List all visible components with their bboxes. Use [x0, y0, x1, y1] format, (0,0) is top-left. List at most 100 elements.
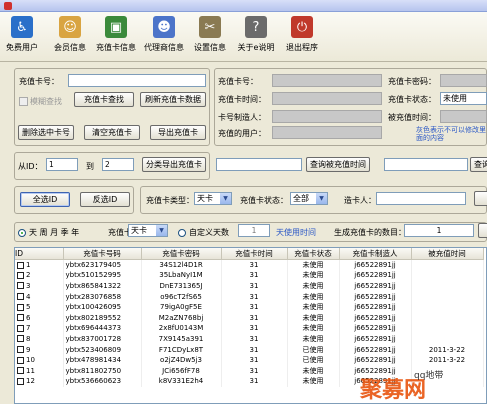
- query-button[interactable]: 查询: [470, 157, 487, 172]
- row-id: 6: [26, 313, 31, 322]
- card-status-select[interactable]: 全部 ▼: [290, 192, 328, 205]
- agent-icon: ☻: [153, 16, 175, 38]
- row-id: 12: [26, 377, 35, 386]
- table-row[interactable]: 8 ybtx837001728 7X9145a391 31 未使用 j66522891jj: [15, 333, 484, 345]
- table-cell: 31: [221, 259, 288, 271]
- column-header[interactable]: 充值卡制造人: [339, 248, 412, 260]
- table-cell: 9: [15, 344, 64, 355]
- batch-export-button[interactable]: 分类导出充值卡: [142, 157, 206, 172]
- query-used-time-button[interactable]: 查询被充值时间: [306, 157, 370, 172]
- row-checkbox[interactable]: [17, 293, 24, 301]
- row-checkbox[interactable]: [17, 335, 24, 343]
- table-row[interactable]: 6 ybtx802189552 M2aZN768bj 31 未使用 j66522891jj: [15, 312, 484, 324]
- member-info-button[interactable]: ☺ 会员信息: [52, 14, 88, 58]
- column-header[interactable]: ID: [15, 248, 64, 260]
- delete-selected-button[interactable]: 删除选中卡号: [18, 125, 74, 140]
- table-row[interactable]: 3 ybtx865841322 DnE731365J 31 未使用 j66522891jj: [15, 280, 484, 292]
- table-cell: 7X9145a391: [141, 333, 222, 345]
- generate-button[interactable]: [478, 223, 487, 238]
- table-cell: 未使用: [287, 323, 340, 334]
- table-cell: ybtx100426095: [63, 301, 142, 313]
- to-id-input[interactable]: 2: [102, 158, 134, 171]
- table-row[interactable]: 4 ybtx283076858 o96cT2fS65 31 未使用 j66522891jj: [15, 291, 484, 302]
- table-row[interactable]: 2 ybtx510152995 35LbaNyI1M 31 未使用 j66522891jj: [15, 270, 484, 281]
- fuzzy-search-checkbox[interactable]: 模糊查找: [19, 96, 62, 107]
- table-cell: ybtx283076858: [63, 291, 142, 302]
- column-header[interactable]: 充值卡密码: [141, 248, 222, 260]
- info-password-label: 充值卡密码：: [388, 77, 436, 86]
- row-checkbox[interactable]: [17, 377, 24, 385]
- table-cell: ybtx696444373: [63, 323, 142, 334]
- table-cell: JCi656fF78: [141, 365, 222, 377]
- table-cell: 31: [221, 291, 288, 302]
- table-row[interactable]: 10 ybtx478981434 o2jZ4Dw5j3 31 已使用 j66522891j…: [15, 354, 484, 366]
- table-cell: j66522891jj: [339, 312, 412, 324]
- row-checkbox[interactable]: [17, 346, 24, 354]
- table-cell: 7: [15, 323, 64, 334]
- info-time-field: [272, 92, 382, 105]
- row-checkbox[interactable]: [17, 303, 24, 311]
- column-header[interactable]: 充值卡时间: [221, 248, 288, 260]
- table-row[interactable]: 9 ybtx523406809 F71CDyLx8T 31 已使用 j66522891jj…: [15, 344, 484, 355]
- row-id: 9: [26, 345, 31, 354]
- maker-input[interactable]: [376, 192, 466, 205]
- table-row[interactable]: 5 ybtx100426095 79igA0gF5E 31 未使用 j66522891jj: [15, 301, 484, 313]
- exit-button[interactable]: ⏻ 退出程序: [284, 14, 320, 58]
- maker-label: 造卡人：: [344, 196, 376, 205]
- column-header[interactable]: 充值卡状态: [287, 248, 340, 260]
- agent-info-button[interactable]: ☻ 代理商信息: [142, 14, 186, 58]
- about-button[interactable]: ? 关于e说明: [236, 14, 276, 58]
- row-checkbox[interactable]: [17, 367, 24, 375]
- table-cell: 12: [15, 376, 64, 387]
- card-type-select[interactable]: 天卡 ▼: [194, 192, 232, 205]
- row-id: 5: [26, 303, 31, 312]
- row-checkbox[interactable]: [17, 324, 24, 332]
- table-cell: 未使用: [287, 270, 340, 281]
- custom-days-radio[interactable]: 自定义天数: [178, 227, 229, 238]
- free-user-button[interactable]: ♿ 免费用户: [4, 14, 40, 58]
- settings-button[interactable]: ✂ 设置信息: [192, 14, 228, 58]
- days-usage-label: 天使用时间: [276, 228, 316, 237]
- from-id-input[interactable]: 1: [46, 158, 78, 171]
- used-time-from-input[interactable]: [216, 158, 302, 171]
- table-cell: j66522891jj: [339, 354, 412, 366]
- select-all-button[interactable]: 全选ID: [20, 192, 70, 207]
- table-cell: 3: [15, 280, 64, 292]
- table-cell: 35LbaNyI1M: [141, 270, 222, 281]
- filter-button[interactable]: [474, 191, 487, 206]
- custom-days-input[interactable]: 1: [238, 224, 270, 237]
- column-header[interactable]: 充值卡号码: [63, 248, 142, 260]
- row-checkbox[interactable]: [17, 282, 24, 290]
- table-cell: 未使用: [287, 333, 340, 345]
- clear-cards-button[interactable]: 清空充值卡: [84, 125, 140, 140]
- table-row[interactable]: 7 ybtx696444373 2x8fU0143M 31 未使用 j66522891jj: [15, 323, 484, 334]
- info-maker-label: 卡号制造人：: [218, 113, 266, 122]
- table-cell: F71CDyLx8T: [141, 344, 222, 355]
- chevron-down-icon: ▼: [220, 193, 231, 204]
- info-status-select[interactable]: 未使用: [440, 92, 487, 105]
- table-cell: j66522891jj: [339, 333, 412, 345]
- row-checkbox[interactable]: [17, 271, 24, 279]
- column-header[interactable]: 被充值时间: [411, 248, 484, 260]
- card-no-input[interactable]: [68, 74, 206, 87]
- table-row[interactable]: 1 ybtx623179405 34S12l4D1R 31 未使用 j66522891jj: [15, 259, 484, 271]
- export-cards-button[interactable]: 导出充值卡: [150, 125, 206, 140]
- table-cell: 31: [221, 354, 288, 366]
- refresh-cards-button[interactable]: 刷新充值卡数据: [140, 92, 206, 107]
- table-cell: 未使用: [287, 291, 340, 302]
- table-cell: 5: [15, 301, 64, 313]
- query-input[interactable]: [384, 158, 468, 171]
- card-info-button[interactable]: ▣ 充值卡信息: [94, 14, 138, 58]
- generate-count-input[interactable]: 1: [404, 224, 474, 237]
- info-user-label: 充值的用户：: [218, 129, 266, 138]
- row-checkbox[interactable]: [17, 356, 24, 364]
- row-id: 2: [26, 271, 31, 280]
- row-checkbox[interactable]: [17, 261, 24, 269]
- table-cell: j66522891jj: [339, 291, 412, 302]
- card-unit-select[interactable]: 天卡 ▼: [128, 224, 168, 237]
- card-search-button[interactable]: 充值卡查找: [74, 92, 134, 107]
- row-checkbox[interactable]: [17, 314, 24, 322]
- table-cell: j66522891jj: [339, 323, 412, 334]
- period-radio[interactable]: 天 周 月 季 年: [18, 227, 79, 238]
- invert-select-button[interactable]: 反选ID: [80, 192, 130, 207]
